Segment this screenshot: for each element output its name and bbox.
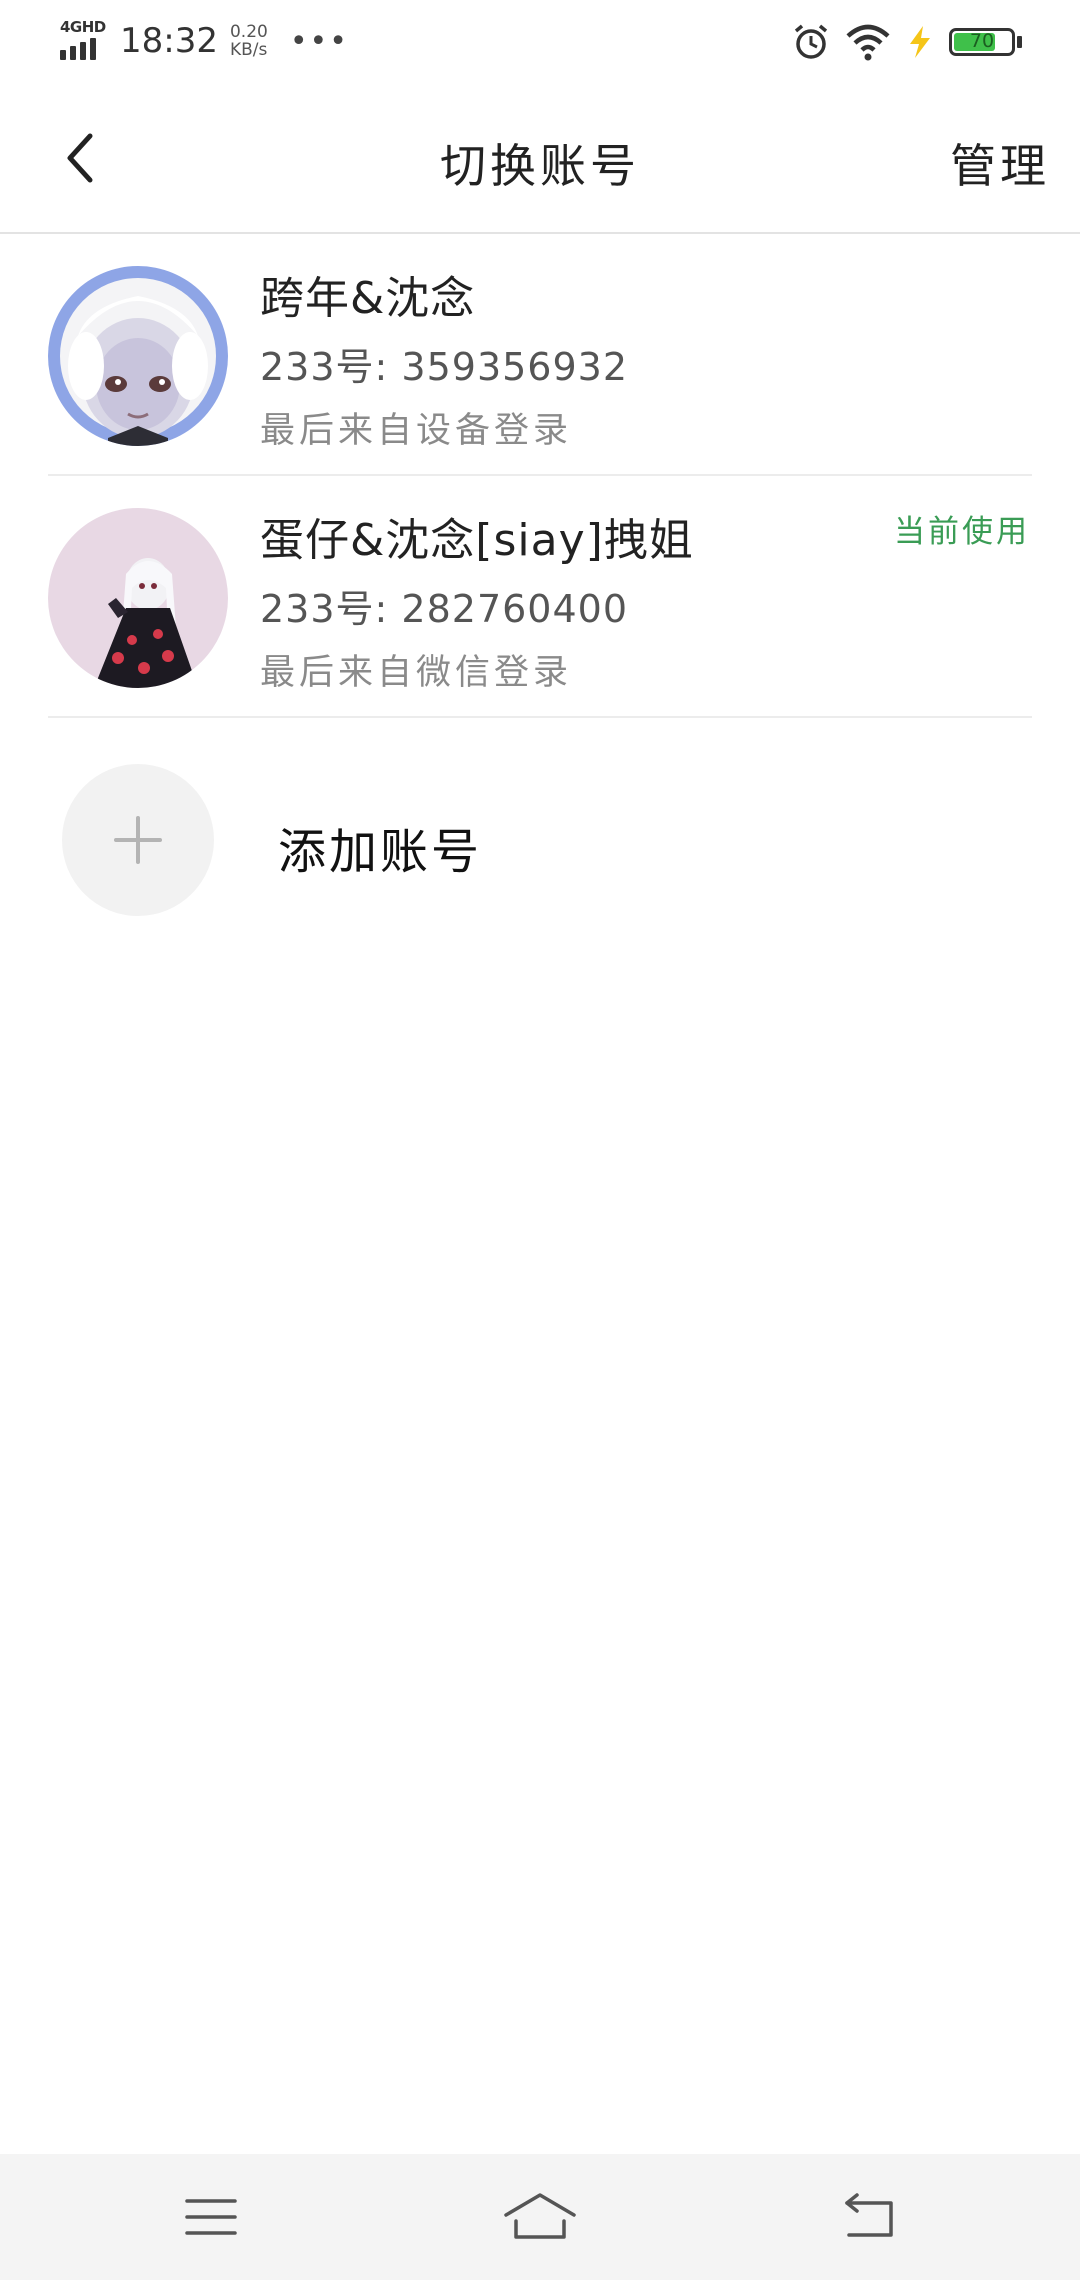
menu-icon bbox=[185, 2199, 237, 2235]
status-bar: 4GHD 18:32 0.20 KB/s ••• 70 bbox=[0, 0, 1080, 84]
account-name: 蛋仔&沈念[siay]拽姐 bbox=[260, 515, 694, 566]
login-info: 最后来自设备登录 bbox=[260, 411, 573, 451]
page-title: 切换账号 bbox=[440, 139, 640, 193]
avatar bbox=[48, 508, 228, 688]
status-left: 4GHD 18:32 0.20 KB/s ••• bbox=[58, 16, 349, 66]
account-item[interactable]: 蛋仔&沈念[siay]拽姐 233号: 282760400 最后来自微信登录 当… bbox=[48, 476, 1032, 718]
divider bbox=[48, 716, 1032, 718]
status-right: 70 bbox=[791, 18, 1022, 66]
back-nav-button[interactable] bbox=[826, 2182, 916, 2252]
add-account-button[interactable]: 添加账号 bbox=[62, 764, 1022, 918]
speed-value: 0.20 bbox=[229, 22, 268, 42]
plus-icon bbox=[114, 816, 162, 864]
battery-icon: 70 bbox=[949, 28, 1015, 56]
wifi-icon bbox=[846, 24, 890, 61]
alarm-icon bbox=[794, 24, 828, 59]
avatar bbox=[48, 266, 228, 446]
account-id: 233号: 359356932 bbox=[260, 345, 629, 389]
account-item[interactable]: 跨年&沈念 233号: 359356932 最后来自设备登录 bbox=[48, 234, 1032, 476]
top-nav-bar: 切换账号 管理 bbox=[0, 84, 1080, 234]
cellular-signal-icon: 4GHD bbox=[58, 18, 106, 64]
home-button[interactable] bbox=[495, 2182, 585, 2252]
home-icon bbox=[504, 2193, 576, 2239]
status-time: 18:32 bbox=[120, 21, 218, 61]
speed-unit: KB/s bbox=[229, 40, 268, 60]
battery-tip bbox=[1017, 36, 1022, 48]
more-notifications-icon: ••• bbox=[289, 23, 349, 59]
menu-button[interactable] bbox=[166, 2182, 256, 2252]
add-account-label: 添加账号 bbox=[278, 824, 483, 880]
network-type: 4GHD bbox=[60, 18, 106, 36]
account-name: 跨年&沈念 bbox=[260, 273, 476, 324]
charging-icon bbox=[910, 26, 930, 58]
back-icon bbox=[845, 2193, 893, 2237]
add-account-circle bbox=[62, 764, 214, 916]
account-id: 233号: 282760400 bbox=[260, 587, 629, 631]
current-account-badge: 当前使用 bbox=[894, 514, 1030, 550]
login-info: 最后来自微信登录 bbox=[260, 653, 573, 693]
manage-button[interactable]: 管理 bbox=[950, 130, 1050, 196]
system-navigation-bar bbox=[0, 2154, 1080, 2280]
battery-level: 70 bbox=[969, 30, 995, 52]
network-speed: 0.20 KB/s bbox=[230, 23, 268, 59]
